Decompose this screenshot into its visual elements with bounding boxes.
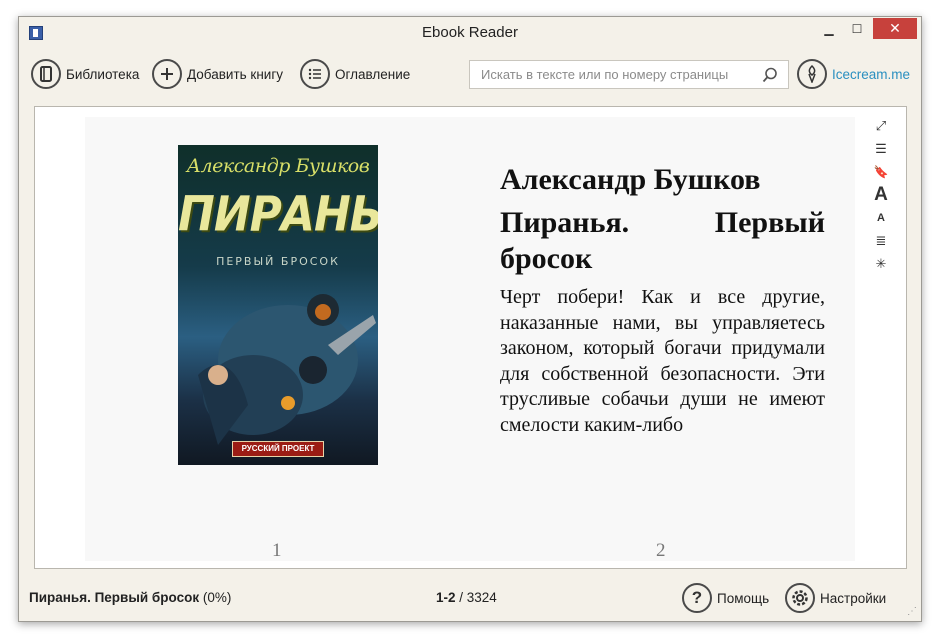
- book-title: Пиранья. Первый бросок: [500, 206, 825, 275]
- bookmark-icon[interactable]: 🔖: [874, 163, 889, 181]
- book-paragraph: Черт побери! Как и все другие, наказанны…: [500, 286, 825, 436]
- page-number-right: 2: [656, 540, 666, 561]
- library-button[interactable]: Библиотека: [31, 59, 139, 89]
- library-label: Библиотека: [66, 66, 140, 82]
- book-cover: Александр Бушков ПИРАНЬЯ ПЕРВЫЙ БРОСОК Р…: [178, 145, 378, 465]
- status-pages: 1-2 / 3324: [436, 590, 497, 605]
- window-title: Ebook Reader: [422, 24, 518, 41]
- font-increase-icon[interactable]: A: [874, 185, 888, 204]
- icecream-link[interactable]: Icecream.me: [797, 59, 910, 89]
- book-author: Александр Бушков: [500, 163, 761, 196]
- help-label: Помощь: [717, 590, 770, 606]
- contents-label: Оглавление: [335, 66, 411, 82]
- fullscreen-icon[interactable]: ⤢: [876, 117, 886, 135]
- search-input[interactable]: [470, 61, 760, 88]
- resize-grip-icon[interactable]: ⋰: [907, 606, 917, 617]
- icecream-icon: [797, 59, 827, 89]
- page-number-left: 1: [272, 540, 282, 561]
- gear-icon: [785, 583, 815, 613]
- contents-button[interactable]: Оглавление: [300, 59, 410, 89]
- book-spread: Александр Бушков ПИРАНЬЯ ПЕРВЫЙ БРОСОК Р…: [85, 117, 855, 561]
- search-box: [469, 60, 789, 89]
- status-progress: (0%): [202, 590, 232, 605]
- status-title-text: Пиранья. Первый бросок: [29, 590, 200, 605]
- alignment-icon[interactable]: ≣: [876, 232, 887, 250]
- search-icon[interactable]: [762, 67, 778, 83]
- status-current-pages: 1-2: [436, 590, 456, 605]
- cover-author: Александр Бушков: [186, 155, 370, 177]
- title-bar: Ebook Reader ▁ ☐ ✕: [19, 17, 921, 49]
- help-icon: ?: [682, 583, 712, 613]
- cover-badge: РУССКИЙ ПРОЕКТ: [232, 441, 324, 457]
- book-icon: [31, 59, 61, 89]
- plus-icon: [152, 59, 182, 89]
- maximize-button[interactable]: ☐: [843, 18, 871, 39]
- settings-button[interactable]: Настройки: [785, 583, 886, 613]
- toolbar: Библиотека Добавить книгу Оглавление Ice…: [19, 51, 921, 95]
- night-mode-icon[interactable]: ✳: [876, 255, 887, 273]
- side-toolbar: ⤢ ☰ 🔖 A A ≣ ✳: [871, 117, 891, 273]
- font-decrease-icon[interactable]: A: [877, 209, 885, 227]
- contents-icon[interactable]: ☰: [875, 140, 887, 158]
- add-book-button[interactable]: Добавить книгу: [152, 59, 283, 89]
- cover-title: ПИРАНЬЯ: [178, 186, 378, 243]
- help-button[interactable]: ? Помощь: [682, 583, 769, 613]
- minimize-button[interactable]: ▁: [815, 18, 843, 39]
- status-book-title: Пиранья. Первый бросок (0%): [29, 590, 231, 605]
- cover-subtitle: ПЕРВЫЙ БРОСОК: [216, 255, 340, 268]
- app-window: Ebook Reader ▁ ☐ ✕ Библиотека Добавить к…: [18, 16, 922, 622]
- close-button[interactable]: ✕: [873, 18, 917, 39]
- settings-label: Настройки: [820, 590, 887, 606]
- reader-area: Александр Бушков ПИРАНЬЯ ПЕРВЫЙ БРОСОК Р…: [34, 106, 907, 569]
- add-book-label: Добавить книгу: [187, 66, 283, 82]
- status-bar: Пиранья. Первый бросок (0%) 1-2 / 3324 ?…: [19, 577, 921, 621]
- status-total-pages: / 3324: [459, 590, 497, 605]
- icecream-label: Icecream.me: [832, 66, 911, 82]
- list-icon: [300, 59, 330, 89]
- page-content: Александр Бушков Пиранья. Первый бросок …: [500, 163, 825, 463]
